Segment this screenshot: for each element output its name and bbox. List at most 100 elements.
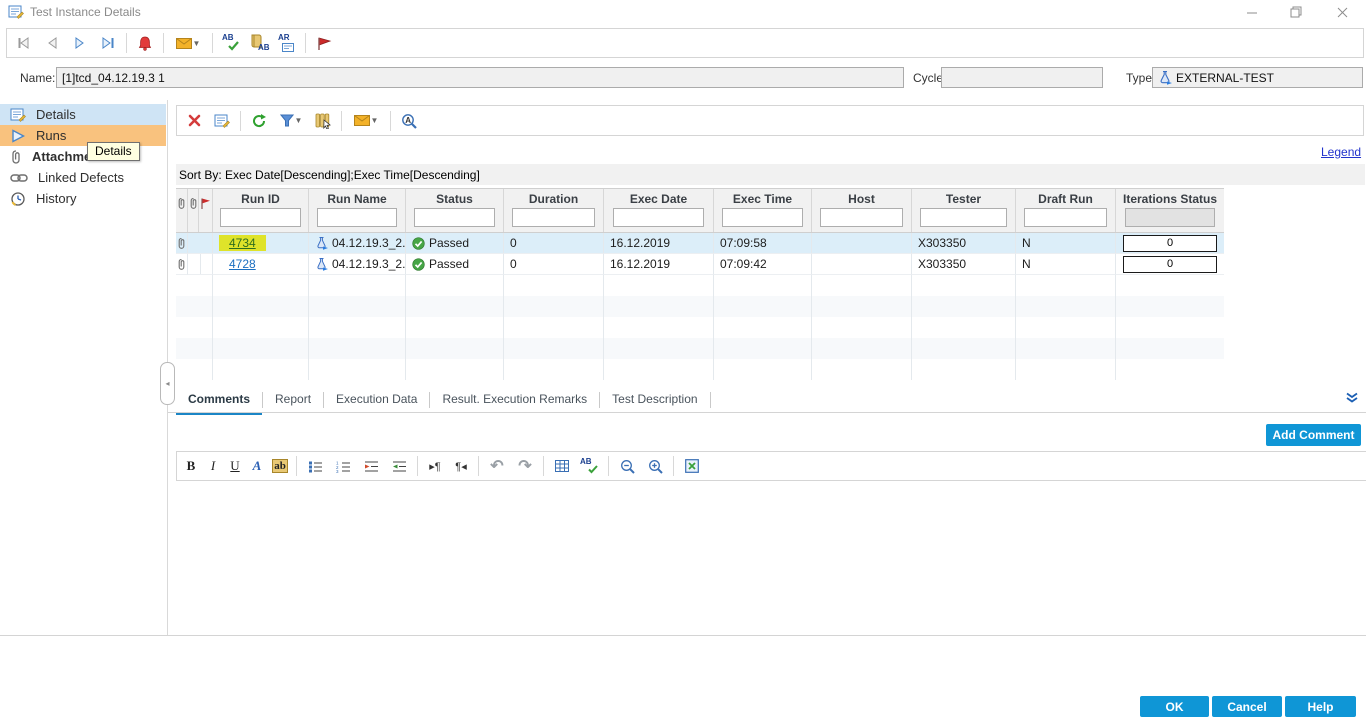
zoom-in-button[interactable] [642, 454, 668, 478]
paperclip-icon[interactable] [176, 254, 188, 275]
redo-button[interactable]: ↷ [512, 454, 538, 478]
previous-record-icon[interactable] [39, 31, 65, 55]
column-header-run-name[interactable]: Run Name [309, 189, 406, 232]
help-button[interactable]: Help [1285, 696, 1356, 717]
pane-collapse-handle[interactable]: ◂ [160, 362, 175, 405]
bullet-list-button[interactable] [302, 454, 328, 478]
table-row[interactable]: 4728 04.12.19.3_2... Passed 0 16.12.2019… [176, 254, 1224, 275]
find-icon[interactable]: A [396, 109, 422, 133]
tab-result-execution-remarks[interactable]: Result. Execution Remarks [430, 388, 599, 412]
column-header-tester[interactable]: Tester [912, 189, 1016, 232]
filter-input-duration[interactable] [512, 208, 595, 227]
tab-report[interactable]: Report [263, 388, 323, 412]
first-record-icon[interactable] [11, 31, 37, 55]
numbered-list-button[interactable]: 123 [330, 454, 356, 478]
next-record-icon[interactable] [67, 31, 93, 55]
ok-button[interactable]: OK [1140, 696, 1209, 717]
sidebar-item-attachments[interactable]: Attachments [0, 146, 166, 167]
table-row[interactable]: 4734 04.12.19.3_2... Passed 0 16.12.2019… [176, 233, 1224, 254]
dropdown-arrow-icon[interactable]: ▼ [295, 116, 303, 125]
spelling-options-icon[interactable]: AR [274, 31, 300, 55]
filter-input-run-name[interactable] [317, 208, 398, 227]
send-mail-icon[interactable]: ▼ [169, 31, 207, 55]
dropdown-arrow-icon[interactable]: ▼ [193, 39, 201, 48]
spell-check-icon[interactable]: AB [218, 31, 244, 55]
tab-comments[interactable]: Comments [176, 388, 262, 415]
column-header-host[interactable]: Host [812, 189, 912, 232]
column-header-run-id[interactable]: Run ID [213, 189, 309, 232]
refresh-icon[interactable] [246, 109, 272, 133]
title-bar: Test Instance Details [0, 0, 1366, 24]
indent-button[interactable] [358, 454, 384, 478]
run-name-cell: 04.12.19.3_2... [309, 233, 406, 254]
clear-formatting-button[interactable] [679, 454, 705, 478]
sort-bar: Sort By: Exec Date[Descending];Exec Time… [176, 164, 1365, 185]
alerts-bell-icon[interactable] [132, 31, 158, 55]
run-details-icon[interactable] [209, 109, 235, 133]
sidebar-item-label: Linked Defects [38, 170, 124, 185]
flag-column-icon[interactable] [199, 189, 213, 232]
tab-test-description[interactable]: Test Description [600, 388, 709, 412]
column-header-status[interactable]: Status [406, 189, 504, 232]
filter-input-host[interactable] [820, 208, 903, 227]
cycle-input[interactable] [941, 67, 1103, 88]
minimize-button[interactable] [1237, 2, 1267, 22]
bold-button[interactable]: B [181, 454, 201, 478]
column-header-exec-date[interactable]: Exec Date [604, 189, 714, 232]
select-columns-icon[interactable] [310, 109, 336, 133]
add-comment-button[interactable]: Add Comment [1266, 424, 1361, 446]
filter-input-draft-run[interactable] [1024, 208, 1107, 227]
undo-button[interactable]: ↶ [484, 454, 510, 478]
filter-input-exec-time[interactable] [722, 208, 804, 227]
details-form-icon [10, 107, 26, 123]
dropdown-arrow-icon[interactable]: ▼ [371, 116, 379, 125]
column-header-iterations-status[interactable]: Iterations Status [1116, 189, 1224, 232]
sidebar-item-details[interactable]: Details [0, 104, 166, 125]
filter-input-status[interactable] [414, 208, 496, 227]
editor-spell-check-button[interactable]: AB [577, 454, 603, 478]
mail-run-icon[interactable]: ▼ [347, 109, 385, 133]
run-id-link[interactable]: 4734 [219, 235, 266, 251]
name-input[interactable] [56, 67, 904, 88]
test-type-icon [315, 236, 328, 250]
right-to-left-button[interactable]: ¶◂ [449, 454, 473, 478]
cancel-button[interactable]: Cancel [1212, 696, 1282, 717]
left-to-right-button[interactable]: ▸¶ [423, 454, 447, 478]
filter-input-tester[interactable] [920, 208, 1006, 227]
filter-input-exec-date[interactable] [613, 208, 704, 227]
sidebar-item-runs[interactable]: Runs [0, 125, 166, 146]
toolbar-separator [212, 33, 213, 53]
run-id-link[interactable]: 4728 [219, 256, 266, 272]
italic-button[interactable]: I [203, 454, 223, 478]
toolbar-separator [341, 111, 342, 131]
follow-up-flag-icon[interactable] [311, 31, 337, 55]
filter-icon[interactable]: ▼ [274, 109, 308, 133]
svg-text:A: A [405, 116, 411, 125]
runs-table: Run ID Run Name Status Duration Exec Dat… [176, 188, 1224, 380]
tab-execution-data[interactable]: Execution Data [324, 388, 429, 412]
insert-table-button[interactable] [549, 454, 575, 478]
column-header-duration[interactable]: Duration [504, 189, 604, 232]
delete-run-icon[interactable] [181, 109, 207, 133]
paperclip-icon[interactable] [176, 233, 188, 254]
column-header-exec-time[interactable]: Exec Time [714, 189, 812, 232]
highlight-button[interactable]: ab [269, 454, 291, 478]
zoom-out-button[interactable] [614, 454, 640, 478]
collapse-chevrons-icon[interactable] [1345, 392, 1359, 404]
legend-link[interactable]: Legend [1321, 145, 1361, 159]
column-header-draft-run[interactable]: Draft Run [1016, 189, 1116, 232]
restore-button[interactable] [1281, 2, 1311, 22]
footer-divider [0, 635, 1366, 636]
outdent-button[interactable] [386, 454, 412, 478]
filter-input-run-id[interactable] [220, 208, 300, 227]
close-icon[interactable] [1327, 2, 1357, 22]
attachment-column-icon[interactable] [176, 189, 188, 232]
chain-link-icon [10, 172, 28, 184]
sidebar-item-linked-defects[interactable]: Linked Defects [0, 167, 166, 188]
sidebar-item-history[interactable]: History [0, 188, 166, 209]
font-color-button[interactable]: A [247, 454, 267, 478]
last-record-icon[interactable] [95, 31, 121, 55]
underline-button[interactable]: U [225, 454, 245, 478]
thesaurus-book-icon[interactable]: AB [246, 31, 272, 55]
attachment-column-icon[interactable] [188, 189, 199, 232]
